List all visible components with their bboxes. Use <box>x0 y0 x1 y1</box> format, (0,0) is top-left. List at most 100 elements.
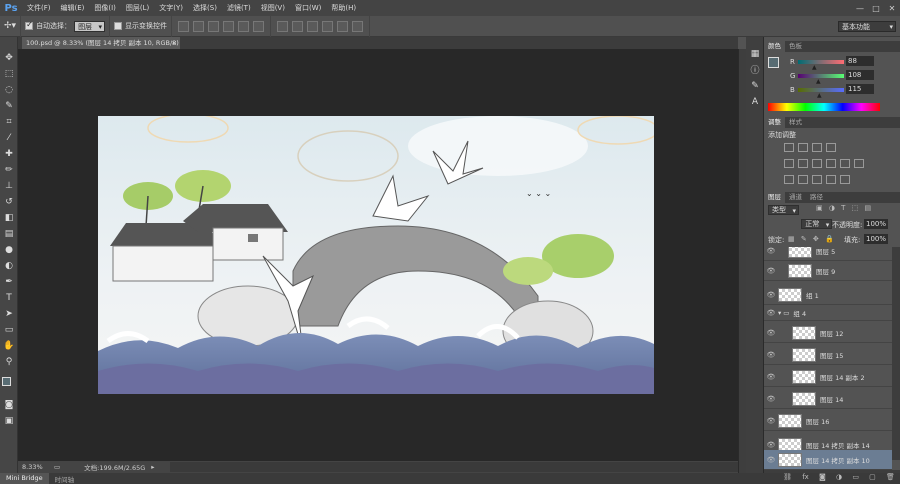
layer-row-5[interactable]: 👁 图层 5 <box>764 247 892 261</box>
menu-file[interactable]: 文件(F) <box>22 0 56 16</box>
g-slider[interactable] <box>798 74 844 78</box>
zoom-level[interactable]: 8.33% <box>18 463 48 471</box>
b-slider-knob[interactable]: ▲ <box>817 92 822 99</box>
auto-select-checkbox[interactable] <box>25 20 34 30</box>
r-slider-knob[interactable]: ▲ <box>812 64 817 71</box>
g-slider-knob[interactable]: ▲ <box>816 78 821 85</box>
color-spectrum-bar[interactable] <box>768 103 880 111</box>
artwork-image[interactable]: ⌄ ⌄ ⌄ <box>98 116 654 394</box>
tab-paths[interactable]: 路径 <box>806 192 827 203</box>
dodge-tool-icon[interactable]: ◐ <box>2 259 16 272</box>
layer-row-15[interactable]: 👁 图层 15 <box>764 345 892 365</box>
clone-stamp-icon[interactable]: ⊥ <box>2 179 16 192</box>
status-info-icon[interactable]: ▭ <box>54 463 60 471</box>
align-vcenter-icon[interactable] <box>193 20 205 32</box>
workspace-dropdown[interactable]: 基本功能 <box>838 20 896 32</box>
distribute-vcenter-icon[interactable] <box>292 20 304 32</box>
invert-adjust-icon[interactable] <box>784 175 794 184</box>
align-hcenter-icon[interactable] <box>238 20 250 32</box>
mini-bridge-tab[interactable]: Mini Bridge <box>0 473 49 484</box>
vibrance-adjust-icon[interactable] <box>784 159 794 168</box>
shape-tool-icon[interactable]: ▭ <box>2 323 16 336</box>
foreground-color-swatch[interactable] <box>2 377 11 386</box>
minimize-button[interactable]: — <box>852 0 868 16</box>
menu-image[interactable]: 图像(I) <box>89 0 121 16</box>
layer-row-14-copy-10[interactable]: 👁 图层 14 拷贝 副本 10 <box>764 450 892 470</box>
menu-window[interactable]: 窗口(W) <box>290 0 326 16</box>
distribute-hcenter-icon[interactable] <box>337 20 349 32</box>
menu-filter[interactable]: 滤镜(T) <box>222 0 256 16</box>
menu-help[interactable]: 帮助(H) <box>326 0 361 16</box>
delete-layer-icon[interactable]: 🗑 <box>886 473 895 484</box>
tab-color[interactable]: 颜色 <box>764 41 785 52</box>
layer-row-9[interactable]: 👁 图层 9 <box>764 261 892 281</box>
layer-row-12[interactable]: 👁 图层 12 <box>764 323 892 343</box>
posterize-adjust-icon[interactable] <box>798 175 808 184</box>
r-slider[interactable] <box>798 60 844 64</box>
b-value[interactable]: 115 <box>846 84 874 94</box>
pen-tool-icon[interactable]: ✒ <box>2 275 16 288</box>
new-adjustment-icon[interactable]: ◑ <box>836 473 842 484</box>
tab-swatches[interactable]: 色板 <box>785 41 806 52</box>
tab-channels[interactable]: 通道 <box>785 192 806 203</box>
menu-layer[interactable]: 图层(L) <box>121 0 154 16</box>
visibility-eye-icon[interactable]: 👁 <box>764 329 778 337</box>
gradient-tool-icon[interactable]: ▤ <box>2 227 16 240</box>
document-tab[interactable]: 100.psd @ 8.33% (图层 14 拷贝 副本 10, RGB/8) … <box>22 37 180 49</box>
selective-color-adjust-icon[interactable] <box>840 175 850 184</box>
new-layer-icon[interactable]: ▢ <box>869 473 876 484</box>
type-tool-icon[interactable]: T <box>2 291 16 304</box>
fill-input[interactable]: 100% <box>864 234 888 244</box>
layer-row-16[interactable]: 👁 图层 16 <box>764 411 892 431</box>
auto-select-dropdown[interactable]: 图层 <box>74 20 106 32</box>
lock-icons[interactable]: ▦ ✎ ✥ 🔒 <box>788 235 836 243</box>
history-brush-icon[interactable]: ↺ <box>2 195 16 208</box>
layer-filter-dropdown[interactable]: 类型 <box>768 205 799 215</box>
status-arrow-icon[interactable]: ▸ <box>151 463 154 471</box>
visibility-eye-icon[interactable]: 👁 <box>764 417 778 425</box>
visibility-eye-icon[interactable]: 👁 <box>764 351 778 359</box>
move-tool-icon[interactable]: ✥ <box>2 51 16 64</box>
align-top-icon[interactable] <box>178 20 190 32</box>
distribute-bottom-icon[interactable] <box>307 20 319 32</box>
character-panel-icon[interactable]: A <box>748 95 762 108</box>
layer-row-14-copy-2[interactable]: 👁 图层 14 副本 2 <box>764 367 892 387</box>
visibility-eye-icon[interactable]: 👁 <box>764 267 778 275</box>
link-layers-icon[interactable]: ⛓ <box>783 473 792 484</box>
quick-select-tool-icon[interactable]: ✎ <box>2 99 16 112</box>
maximize-button[interactable]: □ <box>868 0 884 16</box>
eyedropper-tool-icon[interactable]: ⁄ <box>2 131 16 144</box>
visibility-eye-icon[interactable]: 👁 <box>764 247 778 255</box>
visibility-eye-icon[interactable]: 👁 <box>764 395 778 403</box>
hue-sat-adjust-icon[interactable] <box>798 159 808 168</box>
gradient-map-adjust-icon[interactable] <box>826 175 836 184</box>
path-select-icon[interactable]: ➤ <box>2 307 16 320</box>
brush-panel-icon[interactable]: ✎ <box>748 79 762 92</box>
opacity-input[interactable]: 100% <box>864 219 888 229</box>
layer-row-14[interactable]: 👁 图层 14 <box>764 389 892 409</box>
close-button[interactable]: ✕ <box>884 0 900 16</box>
menu-edit[interactable]: 编辑(E) <box>56 0 90 16</box>
g-value[interactable]: 108 <box>846 70 874 80</box>
align-right-icon[interactable] <box>253 20 265 32</box>
eraser-tool-icon[interactable]: ◧ <box>2 211 16 224</box>
bw-adjust-icon[interactable] <box>826 159 836 168</box>
lasso-tool-icon[interactable]: ◌ <box>2 83 16 96</box>
group-row-4[interactable]: 👁 ▾ ▭ 组 4 <box>764 305 892 321</box>
tool-preset[interactable]: ✢▾ <box>0 15 22 37</box>
close-tab-icon[interactable]: × <box>172 37 177 49</box>
color-balance-adjust-icon[interactable] <box>812 159 822 168</box>
tab-adjustments[interactable]: 调整 <box>764 117 785 128</box>
levels-adjust-icon[interactable] <box>798 143 808 152</box>
marquee-tool-icon[interactable]: ⬚ <box>2 67 16 80</box>
crop-tool-icon[interactable]: ⌗ <box>2 115 16 128</box>
align-bottom-icon[interactable] <box>208 20 220 32</box>
menu-view[interactable]: 视图(V) <box>256 0 290 16</box>
exposure-adjust-icon[interactable] <box>826 143 836 152</box>
blur-tool-icon[interactable]: ● <box>2 243 16 256</box>
distribute-top-icon[interactable] <box>277 20 289 32</box>
distribute-left-icon[interactable] <box>322 20 334 32</box>
menu-select[interactable]: 选择(S) <box>188 0 222 16</box>
group-row-1[interactable]: 👁 组 1 <box>764 285 892 305</box>
history-panel-icon[interactable]: ▦ <box>748 47 762 60</box>
